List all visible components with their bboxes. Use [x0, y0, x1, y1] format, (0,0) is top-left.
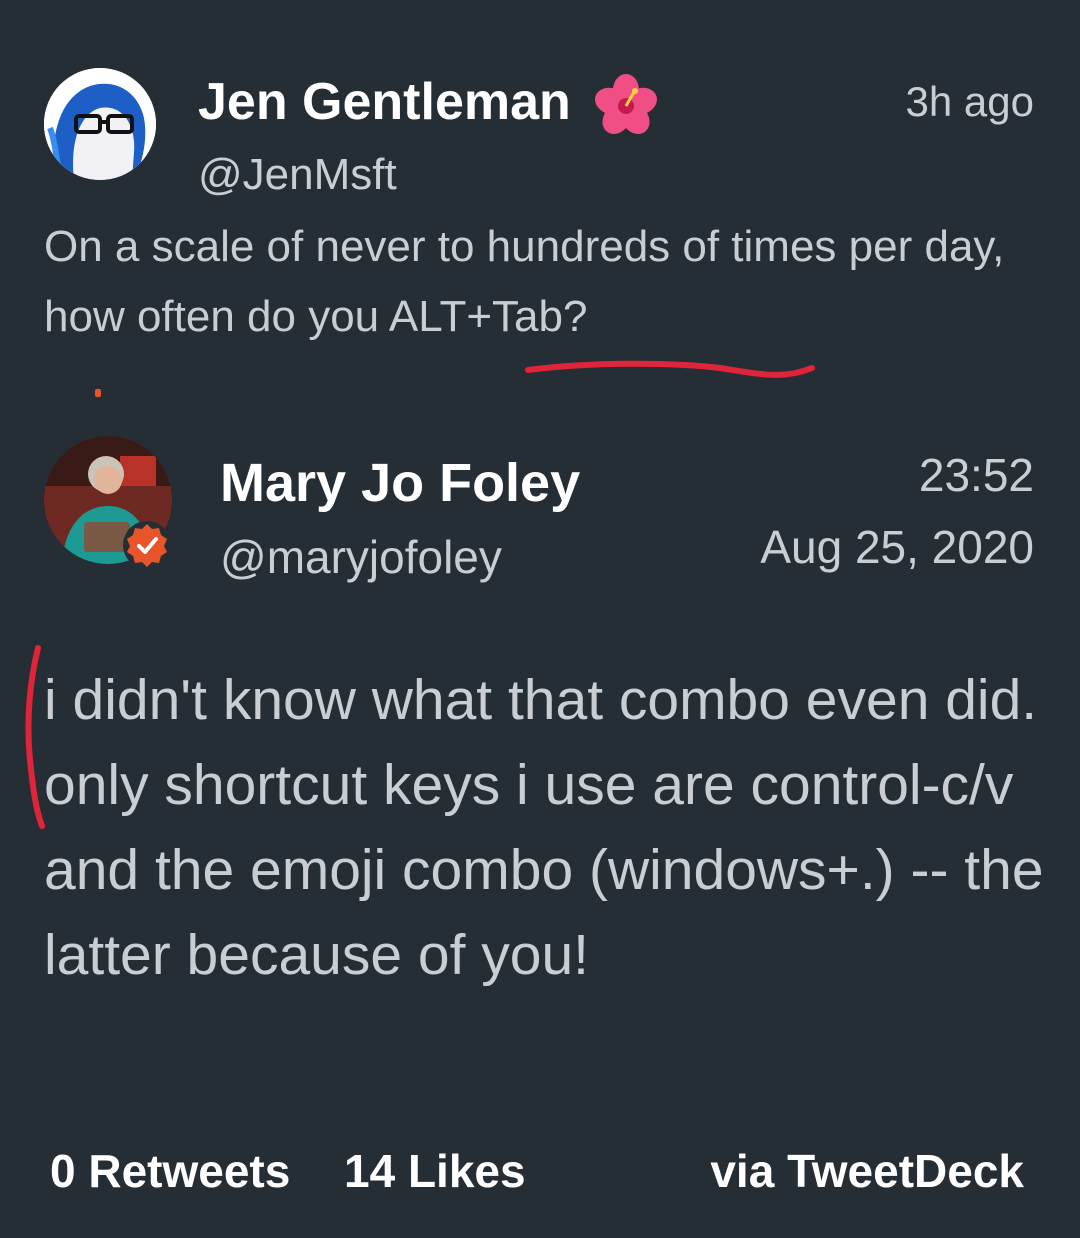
author-handle[interactable]: @maryjofoley — [220, 530, 502, 584]
tweet-source[interactable]: via TweetDeck — [710, 1144, 1024, 1198]
quoted-timestamp: 3h ago — [905, 78, 1034, 125]
avatar-jen-gentleman[interactable] — [44, 68, 156, 180]
quoted-author-handle[interactable]: @JenMsft — [198, 150, 397, 200]
tweet-time: 23:52 — [918, 449, 1034, 501]
likes-count[interactable]: 14 Likes — [344, 1144, 526, 1198]
check-badge-icon — [122, 520, 172, 570]
orange-dot-mark — [95, 389, 101, 397]
quoted-author-name[interactable]: Jen Gentleman — [198, 72, 571, 132]
author-name[interactable]: Mary Jo Foley — [220, 452, 580, 514]
hibiscus-icon — [592, 72, 660, 140]
retweets-count[interactable]: 0 Retweets — [50, 1144, 290, 1198]
tweet-date: Aug 25, 2020 — [760, 521, 1034, 573]
red-underline-annotation — [525, 360, 815, 378]
tweet-text: i didn't know what that combo even did. … — [44, 668, 1044, 987]
quoted-tweet-text: On a scale of never to hundreds of times… — [44, 222, 1005, 341]
avatar-image — [44, 68, 156, 180]
